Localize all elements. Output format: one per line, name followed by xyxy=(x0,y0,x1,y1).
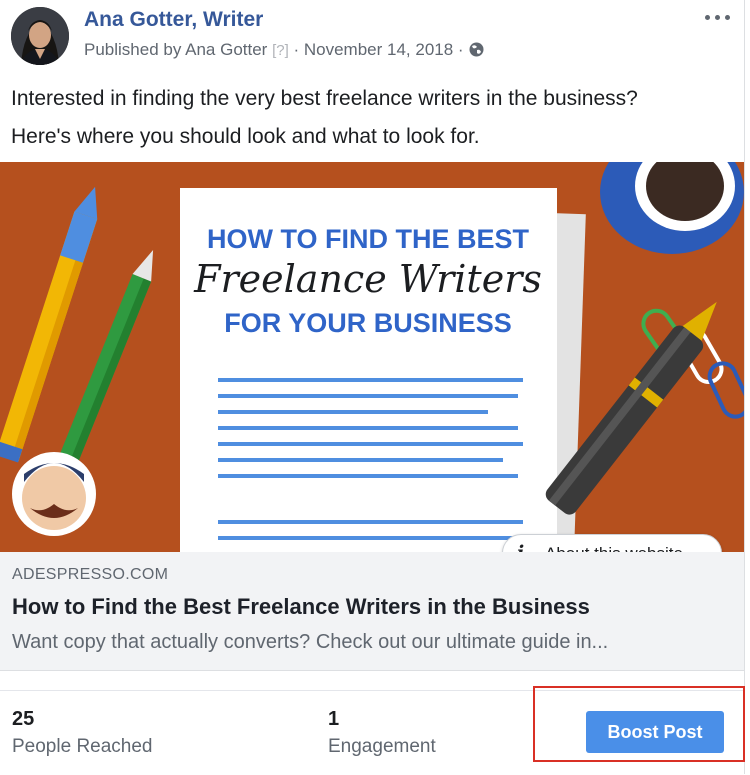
post-meta: Published by Ana Gotter [?] · November 1… xyxy=(84,40,485,63)
image-headline-top: HOW TO FIND THE BEST xyxy=(207,224,530,254)
link-preview-details[interactable]: ADESPRESSO.COM How to Find the Best Free… xyxy=(0,552,744,671)
link-preview-image[interactable]: HOW TO FIND THE BEST Freelance Writers F… xyxy=(0,162,744,552)
post-header: Ana Gotter, Writer Published by Ana Gott… xyxy=(0,0,744,72)
engagement-value: 1 xyxy=(328,708,340,730)
post-text: Interested in finding the very best free… xyxy=(11,80,736,156)
more-options-icon[interactable] xyxy=(704,6,734,30)
author-name[interactable]: Ana Gotter, Writer xyxy=(84,8,263,32)
post-date[interactable]: November 14, 2018 xyxy=(304,40,453,59)
post-card: Ana Gotter, Writer Published by Ana Gott… xyxy=(0,0,745,774)
people-reached-label: People Reached xyxy=(12,736,153,757)
post-text-line-2: Here's where you should look and what to… xyxy=(11,125,480,148)
engagement-label: Engagement xyxy=(328,736,436,757)
published-by[interactable]: Published by Ana Gotter xyxy=(84,40,267,59)
highlight-box xyxy=(533,686,745,762)
help-marker[interactable]: [?] xyxy=(272,42,289,59)
link-title[interactable]: How to Find the Best Freelance Writers i… xyxy=(12,594,590,620)
people-reached-value: 25 xyxy=(12,708,35,730)
image-headline-bottom: FOR YOUR BUSINESS xyxy=(224,308,512,338)
author-avatar[interactable] xyxy=(11,7,69,65)
meta-separator-2: · xyxy=(453,40,469,59)
image-headline-script: Freelance Writers xyxy=(193,257,542,301)
post-text-line-1: Interested in finding the very best free… xyxy=(11,87,638,110)
link-domain: ADESPRESSO.COM xyxy=(12,566,169,583)
link-description: Want copy that actually converts? Check … xyxy=(12,631,609,653)
meta-separator: · xyxy=(288,40,304,59)
globe-icon[interactable] xyxy=(468,41,485,63)
